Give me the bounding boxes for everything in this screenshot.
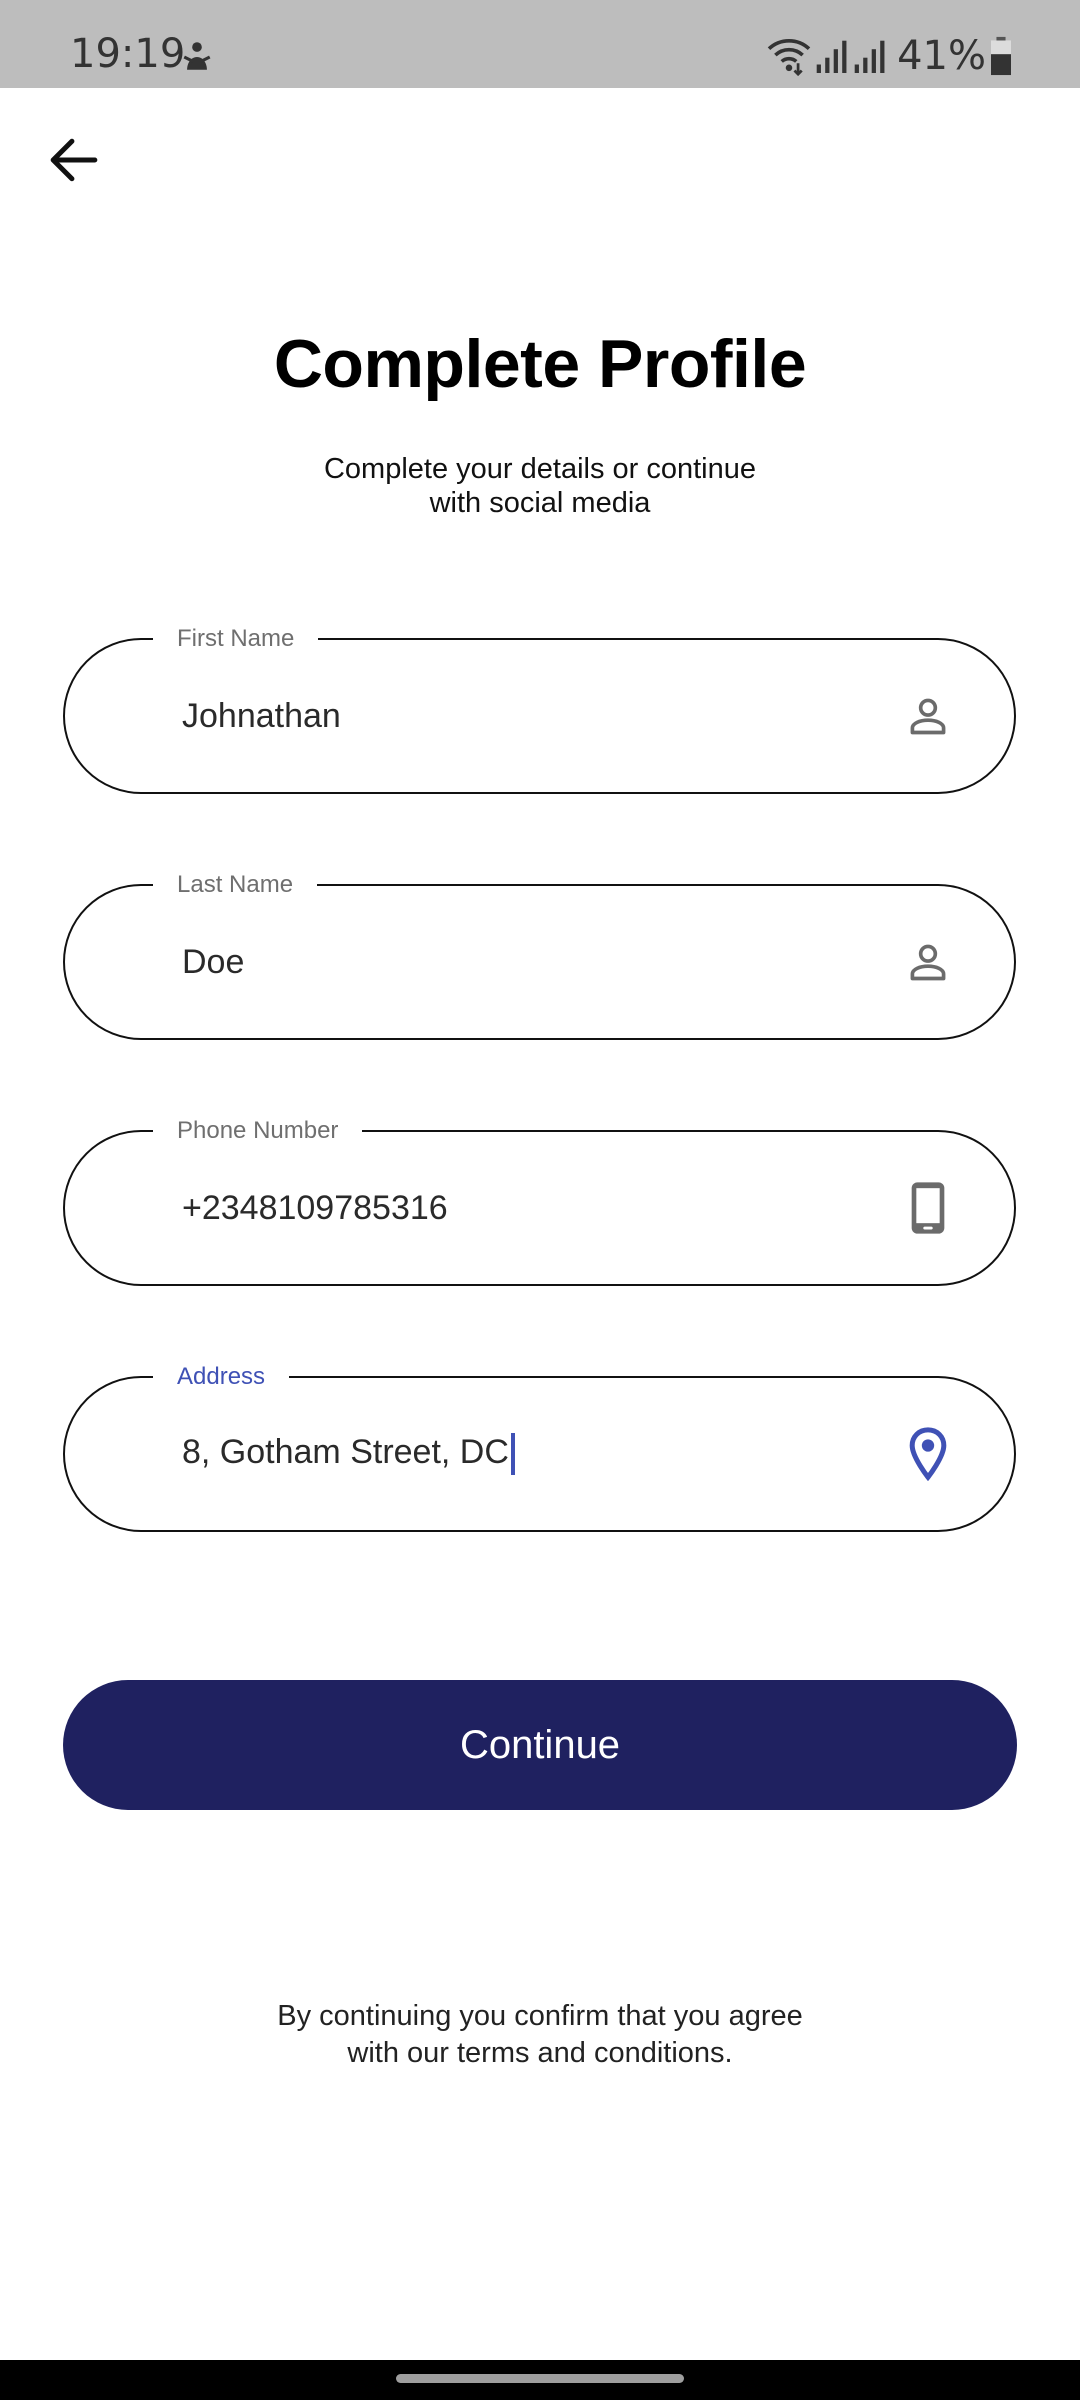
last-name-label: Last Name	[153, 869, 318, 901]
status-bar: 19:19 41%	[0, 0, 1080, 88]
navigation-bar	[0, 2360, 1080, 2400]
status-indicators: 41%	[767, 34, 1012, 78]
wifi-icon	[767, 38, 811, 76]
phone-icon	[904, 1179, 952, 1237]
address-label: Address	[153, 1361, 290, 1393]
subtitle-line-2: with social media	[429, 487, 651, 519]
terms-line-1: By continuing you confirm that you agree	[277, 2000, 803, 2032]
location-pin-icon	[904, 1425, 952, 1483]
home-indicator[interactable]	[396, 2374, 684, 2383]
back-button[interactable]	[44, 130, 104, 190]
terms-line-2: with our terms and conditions.	[347, 2037, 733, 2069]
battery-icon	[991, 36, 1011, 76]
address-value: 8, Gotham Street, DC	[182, 1432, 509, 1471]
page-subtitle: Complete your details or continue with s…	[290, 452, 790, 520]
text-cursor	[510, 1433, 515, 1475]
person-icon	[904, 933, 952, 991]
signal-icon-2	[854, 40, 885, 73]
first-name-input[interactable]: Johnathan	[182, 699, 341, 733]
status-time: 19:19	[70, 31, 186, 77]
first-name-label: First Name	[153, 623, 319, 655]
last-name-field[interactable]: Last Name Doe	[63, 869, 1016, 1040]
terms-text: By continuing you confirm that you agree…	[240, 1998, 840, 2072]
continue-button[interactable]: Continue	[63, 1680, 1017, 1810]
first-name-field[interactable]: First Name Johnathan	[63, 623, 1016, 794]
phone-number-label: Phone Number	[153, 1115, 363, 1147]
phone-number-field[interactable]: Phone Number +2348109785316	[63, 1115, 1016, 1286]
address-field[interactable]: Address 8, Gotham Street, DC	[63, 1361, 1016, 1532]
address-input[interactable]: 8, Gotham Street, DC	[182, 1433, 515, 1475]
phone-number-input[interactable]: +2348109785316	[182, 1191, 448, 1225]
accessibility-icon	[183, 42, 211, 70]
signal-icon	[816, 40, 847, 73]
last-name-input[interactable]: Doe	[182, 945, 244, 979]
person-icon	[904, 687, 952, 745]
page-title: Complete Profile	[273, 326, 807, 402]
subtitle-line-1: Complete your details or continue	[323, 453, 756, 485]
battery-percent: 41%	[897, 33, 986, 79]
arrow-back-icon	[50, 138, 98, 182]
